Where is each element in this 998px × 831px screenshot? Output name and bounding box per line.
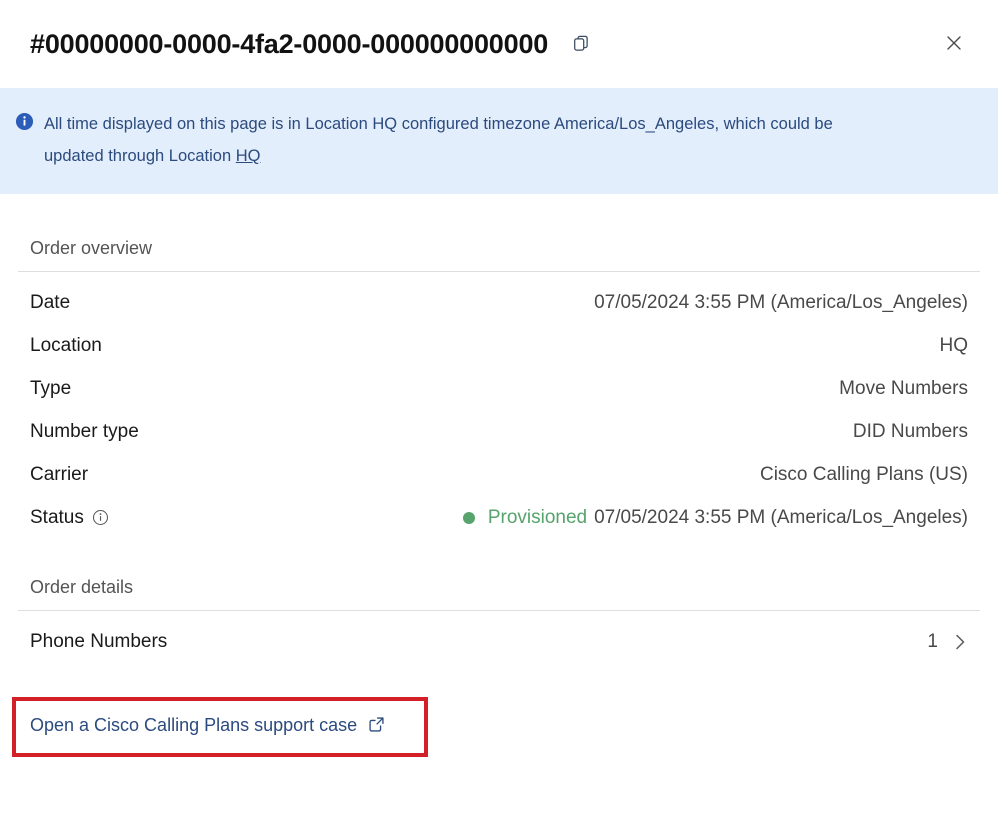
table-row: Location HQ xyxy=(18,324,980,367)
status-dot-icon xyxy=(462,511,475,524)
table-row: Number type DID Numbers xyxy=(18,410,980,453)
dialog-content: Order overview Date 07/05/2024 3:55 PM (… xyxy=(0,194,998,663)
order-overview-title: Order overview xyxy=(30,238,153,258)
row-value-date: 07/05/2024 3:55 PM (America/Los_Angeles) xyxy=(594,291,968,313)
row-value-type: Move Numbers xyxy=(839,377,968,399)
section-divider xyxy=(18,610,980,611)
status-text: Provisioned xyxy=(487,506,588,528)
order-details-rows: Phone Numbers 1 xyxy=(18,620,980,663)
table-row-phone-numbers[interactable]: Phone Numbers 1 xyxy=(18,620,980,663)
close-icon xyxy=(944,33,964,56)
order-overview-rows: Date 07/05/2024 3:55 PM (America/Los_Ang… xyxy=(18,281,980,539)
close-button[interactable] xyxy=(940,30,968,58)
timezone-info-banner: All time displayed on this page is in Lo… xyxy=(0,88,998,194)
row-label-carrier: Carrier xyxy=(30,463,89,485)
table-row-status: Status Provisioned 07/05/2024 3:55 PM (A… xyxy=(18,496,980,539)
row-value-carrier: Cisco Calling Plans (US) xyxy=(759,463,968,485)
row-label-date: Date xyxy=(30,291,71,313)
copy-icon xyxy=(572,34,590,55)
chevron-right-icon[interactable] xyxy=(952,631,968,653)
row-value-location: HQ xyxy=(939,334,969,356)
row-value-phone-numbers: 1 xyxy=(927,630,938,652)
dialog-header: #00000000-0000-4fa2-0000-000000000000 xyxy=(0,0,998,88)
section-divider xyxy=(18,271,980,272)
row-value-phone-numbers-group: 1 xyxy=(927,631,968,653)
external-link-icon xyxy=(367,715,385,733)
row-label-location: Location xyxy=(30,334,102,356)
order-details-section: Order details Phone Numbers 1 xyxy=(18,539,980,663)
row-label-number-type: Number type xyxy=(30,420,139,442)
banner-location-link[interactable]: HQ xyxy=(236,147,261,165)
copy-order-id-button[interactable] xyxy=(568,31,594,57)
order-overview-section: Order overview Date 07/05/2024 3:55 PM (… xyxy=(18,194,980,539)
table-row: Type Move Numbers xyxy=(18,367,980,410)
row-label-phone-numbers: Phone Numbers xyxy=(30,630,168,652)
open-support-case-label: Open a Cisco Calling Plans support case xyxy=(30,715,358,735)
banner-message: All time displayed on this page is in Lo… xyxy=(44,108,874,172)
row-label-status-text: Status xyxy=(30,506,84,528)
info-outline-icon[interactable] xyxy=(92,509,109,526)
order-details-title: Order details xyxy=(30,577,134,597)
status-badge: Provisioned 07/05/2024 3:55 PM (America/… xyxy=(462,506,968,529)
table-row: Carrier Cisco Calling Plans (US) xyxy=(18,453,980,496)
banner-message-text: All time displayed on this page is in Lo… xyxy=(44,115,833,165)
row-label-status: Status xyxy=(30,507,109,529)
status-timestamp: 07/05/2024 3:55 PM (America/Los_Angeles) xyxy=(594,506,968,528)
open-support-case-link[interactable]: Open a Cisco Calling Plans support case xyxy=(30,715,385,736)
row-value-number-type: DID Numbers xyxy=(852,420,968,442)
info-filled-icon xyxy=(14,111,34,131)
table-row: Date 07/05/2024 3:55 PM (America/Los_Ang… xyxy=(18,281,980,324)
page-title: #00000000-0000-4fa2-0000-000000000000 xyxy=(30,28,549,59)
support-link-area: Open a Cisco Calling Plans support case xyxy=(0,689,998,757)
row-label-type: Type xyxy=(30,377,72,399)
